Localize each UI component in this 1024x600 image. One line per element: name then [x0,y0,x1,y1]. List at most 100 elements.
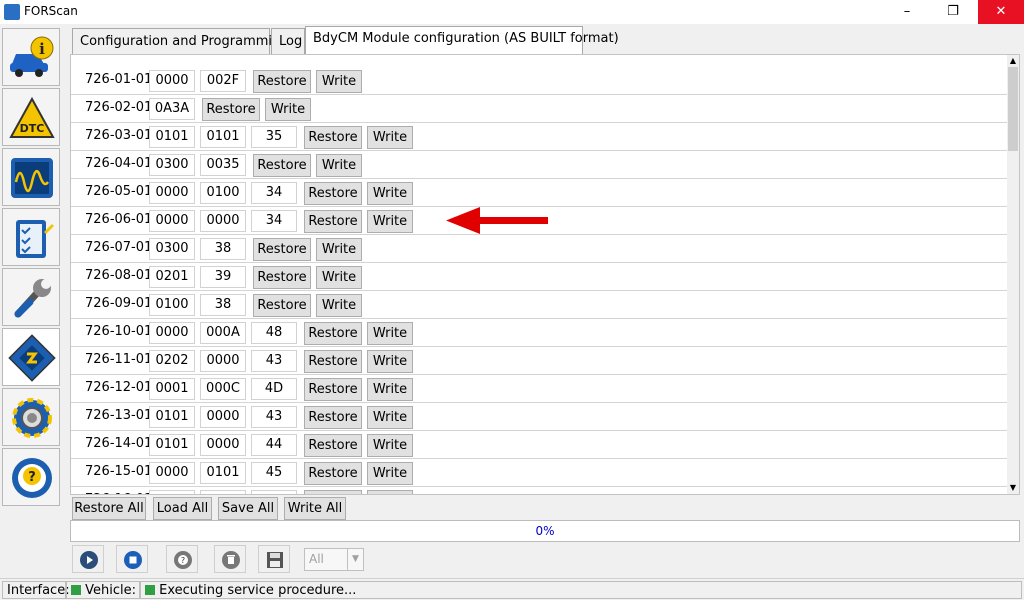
write-button[interactable]: Write [367,350,413,373]
sidebar-item-help[interactable]: ? [2,448,60,506]
write-button[interactable]: Write [367,462,413,485]
value-cell[interactable]: 44 [251,434,297,456]
stop-button[interactable] [116,545,148,573]
write-button[interactable]: Write [265,98,311,121]
value-cell[interactable]: 0202 [149,350,195,372]
value-cell[interactable]: 0000 [149,210,195,232]
value-cell[interactable]: 000C [200,378,246,400]
value-cell[interactable]: 43 [251,406,297,428]
restore-button[interactable]: Restore [304,322,362,345]
value-cell[interactable]: 34 [251,210,297,232]
value-cell[interactable]: 0300 [149,238,195,260]
value-cell[interactable]: 0001 [149,378,195,400]
scroll-down-icon[interactable]: ▼ [1007,482,1019,494]
restore-button[interactable]: Restore [253,294,311,317]
value-cell[interactable]: 0101 [200,462,246,484]
restore-button[interactable]: Restore [304,406,362,429]
sidebar-item-settings[interactable] [2,388,60,446]
value-cell[interactable]: 002F [200,70,246,92]
value-cell[interactable]: 38 [200,294,246,316]
restore-button[interactable]: Restore [304,210,362,233]
restore-all-button[interactable]: Restore All [72,497,146,520]
restore-button[interactable]: Restore [253,70,311,93]
write-button[interactable]: Write [367,210,413,233]
write-button[interactable]: Write [316,238,362,261]
value-cell[interactable]: 0100 [200,182,246,204]
minimize-button[interactable]: – [884,0,930,24]
value-cell[interactable]: 0000 [149,182,195,204]
close-button[interactable]: ✕ [978,0,1024,24]
write-button[interactable]: Write [367,322,413,345]
restore-button[interactable]: Restore [202,98,260,121]
restore-button[interactable]: Restore [304,182,362,205]
restore-button[interactable]: Restore [253,238,311,261]
value-cell[interactable]: 35 [251,126,297,148]
value-cell[interactable]: 000A [200,322,246,344]
write-button[interactable]: Write [367,434,413,457]
value-cell[interactable] [149,490,195,494]
value-cell[interactable] [251,490,297,494]
value-cell[interactable]: 48 [251,322,297,344]
sidebar-item-configuration[interactable] [2,328,60,386]
value-cell[interactable]: 0A3A [149,98,195,120]
sidebar-item-tests[interactable] [2,208,60,266]
write-button[interactable]: Write [367,406,413,429]
value-cell[interactable]: 0101 [149,406,195,428]
write-all-button[interactable]: Write All [284,497,346,520]
value-cell[interactable]: 0101 [200,126,246,148]
value-cell[interactable] [200,490,246,494]
sidebar-item-service[interactable] [2,268,60,326]
load-all-button[interactable]: Load All [153,497,212,520]
filter-select[interactable]: All ▼ [304,548,364,571]
restore-button[interactable]: Restore [304,434,362,457]
write-button[interactable]: Write [367,182,413,205]
value-cell[interactable]: 39 [200,266,246,288]
value-cell[interactable]: 38 [200,238,246,260]
value-cell[interactable]: 45 [251,462,297,484]
write-button[interactable]: Write [316,266,362,289]
value-cell[interactable]: 0101 [149,434,195,456]
write-button[interactable]: Write [316,294,362,317]
delete-button[interactable] [214,545,246,573]
sidebar-item-vehicle-info[interactable]: i [2,28,60,86]
scroll-up-icon[interactable]: ▲ [1007,55,1019,67]
value-cell[interactable]: 0100 [149,294,195,316]
value-cell[interactable]: 0201 [149,266,195,288]
save-all-button[interactable]: Save All [218,497,278,520]
value-cell[interactable]: 0000 [149,462,195,484]
write-button[interactable]: Write [367,490,413,494]
value-cell[interactable]: 0000 [200,406,246,428]
value-cell[interactable]: 0000 [200,434,246,456]
maximize-button[interactable]: ❐ [930,0,976,24]
value-cell[interactable]: 0000 [149,322,195,344]
restore-button[interactable]: Restore [253,154,311,177]
restore-button[interactable]: Restore [304,126,362,149]
tab-bdycm-config[interactable]: BdyCM Module configuration (AS BUILT for… [305,26,619,54]
value-cell[interactable]: 0000 [200,350,246,372]
value-cell[interactable]: 0000 [149,70,195,92]
write-button[interactable]: Write [316,70,362,93]
value-cell[interactable]: 0300 [149,154,195,176]
write-button[interactable]: Write [316,154,362,177]
play-button[interactable] [72,545,104,573]
restore-button[interactable]: Restore [304,490,362,494]
write-button[interactable]: Write [367,378,413,401]
restore-button[interactable]: Restore [304,378,362,401]
vertical-scrollbar[interactable]: ▲ ▼ [1007,55,1019,494]
value-cell[interactable]: 0101 [149,126,195,148]
sidebar-item-dtc[interactable]: DTC [2,88,60,146]
value-cell[interactable]: 0000 [200,210,246,232]
tab-log[interactable]: Log [271,28,305,54]
restore-button[interactable]: Restore [253,266,311,289]
value-cell[interactable]: 34 [251,182,297,204]
write-button[interactable]: Write [367,126,413,149]
restore-button[interactable]: Restore [304,462,362,485]
value-cell[interactable]: 43 [251,350,297,372]
restore-button[interactable]: Restore [304,350,362,373]
help-button[interactable]: ? [166,545,198,573]
scroll-thumb[interactable] [1008,67,1018,151]
value-cell[interactable]: 4D [251,378,297,400]
value-cell[interactable]: 0035 [200,154,246,176]
sidebar-item-oscilloscope[interactable] [2,148,60,206]
save-button[interactable] [258,545,290,573]
